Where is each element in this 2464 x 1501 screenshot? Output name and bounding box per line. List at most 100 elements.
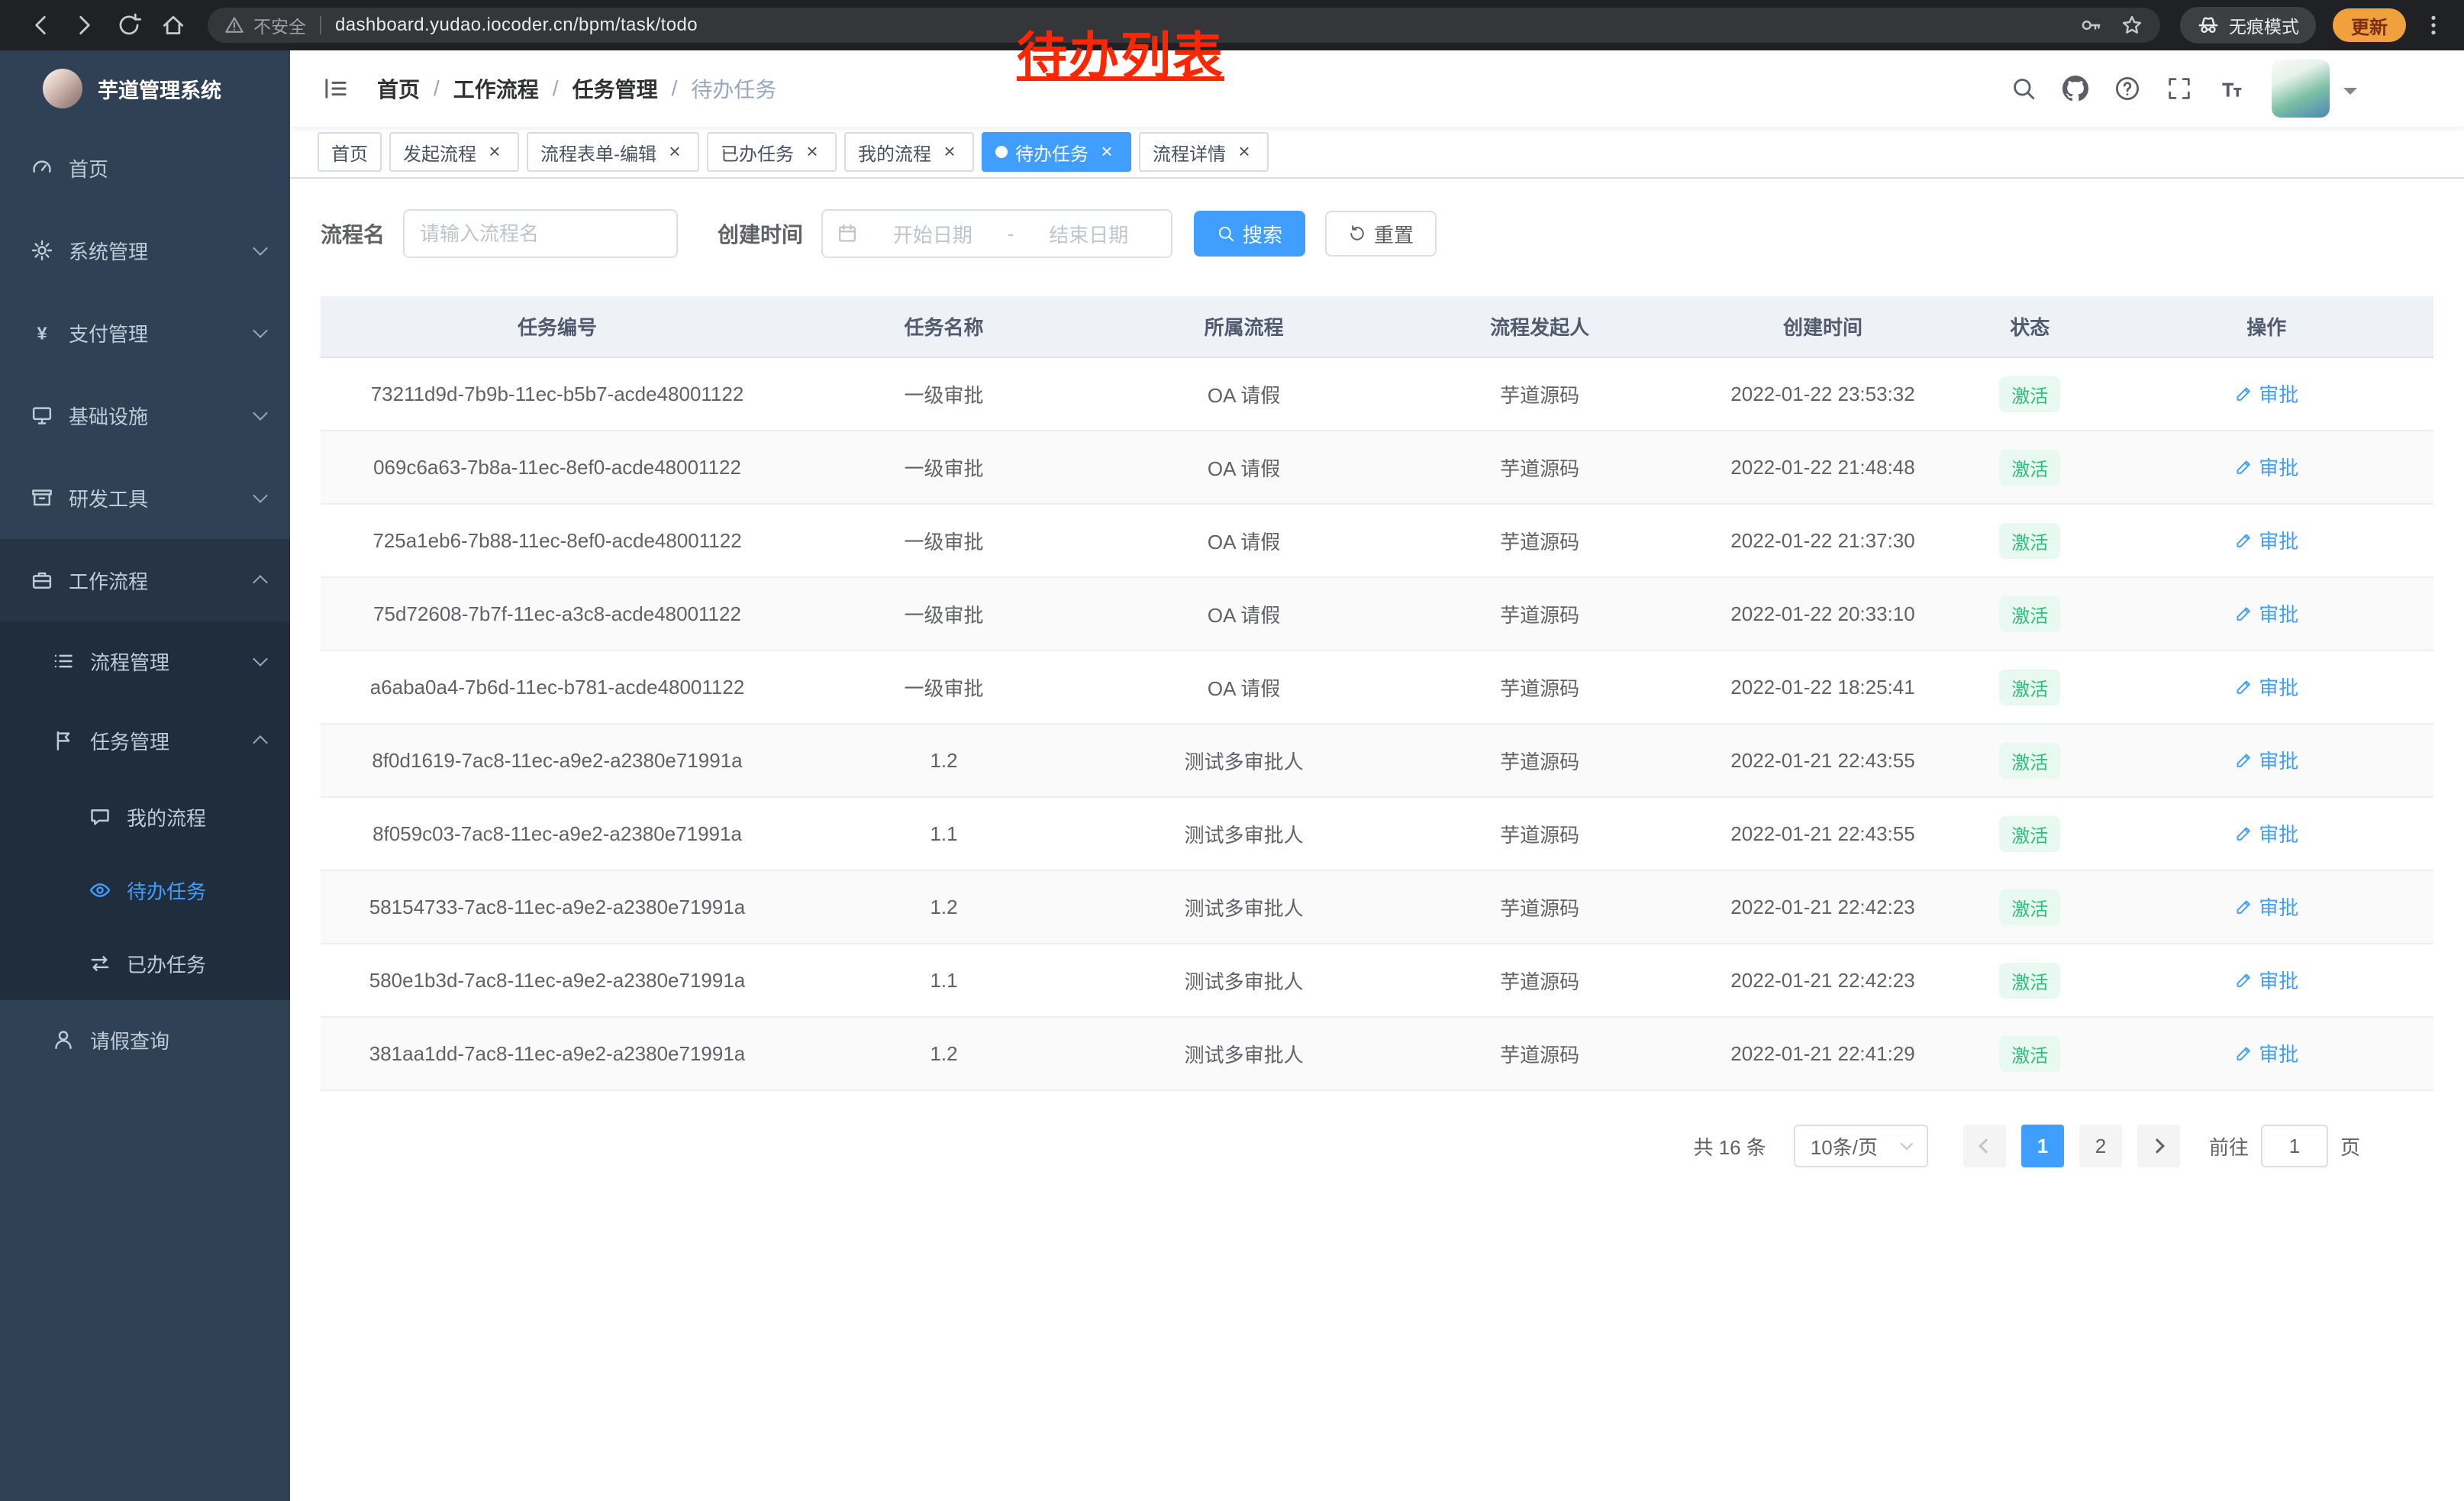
sidebar-item-done-task[interactable]: 已办任务 bbox=[0, 927, 290, 1000]
status-badge: 激活 bbox=[1999, 963, 2060, 999]
close-icon[interactable]: × bbox=[1096, 141, 1118, 163]
sidebar-item-dev-tools[interactable]: 研发工具 bbox=[0, 457, 290, 539]
question-icon[interactable] bbox=[2114, 76, 2140, 102]
infra-icon bbox=[31, 404, 53, 427]
search-icon[interactable] bbox=[2011, 76, 2037, 102]
fullscreen-icon[interactable] bbox=[2166, 76, 2192, 102]
goto-page-input[interactable] bbox=[2261, 1125, 2328, 1167]
sidebar-item-workflow[interactable]: 工作流程 bbox=[0, 539, 290, 621]
breadcrumb-item[interactable]: 工作流程 bbox=[453, 73, 539, 104]
table-row: 8f0d1619-7ac8-11ec-a9e2-a2380e71991a1.2测… bbox=[321, 724, 2433, 797]
edit-icon bbox=[2234, 531, 2253, 550]
chevron-left-icon bbox=[1979, 1138, 1994, 1154]
cell-initiator: 芋道源码 bbox=[1394, 431, 1685, 504]
page-size-select[interactable]: 10条/页 bbox=[1794, 1125, 1928, 1167]
approve-link[interactable]: 审批 bbox=[2234, 746, 2298, 774]
cell-process: OA 请假 bbox=[1094, 357, 1394, 431]
cell-status: 激活 bbox=[1960, 1017, 2100, 1090]
status-badge: 激活 bbox=[1999, 889, 2060, 925]
tab-done-task[interactable]: 已办任务× bbox=[707, 132, 837, 172]
tab-start-process[interactable]: 发起流程× bbox=[389, 132, 519, 172]
approve-link[interactable]: 审批 bbox=[2234, 379, 2298, 408]
hamburger-icon[interactable] bbox=[322, 75, 350, 102]
close-icon[interactable]: × bbox=[664, 141, 685, 163]
close-icon[interactable]: × bbox=[1234, 141, 1255, 163]
column-header: 流程发起人 bbox=[1394, 296, 1685, 357]
sidebar-item-payment-mgmt[interactable]: ¥支付管理 bbox=[0, 292, 290, 374]
reset-button[interactable]: 重置 bbox=[1325, 211, 1437, 257]
sidebar-item-infrastructure[interactable]: 基础设施 bbox=[0, 374, 290, 457]
star-icon[interactable] bbox=[2121, 14, 2143, 37]
status-badge: 激活 bbox=[1999, 523, 2060, 559]
cell-action: 审批 bbox=[2100, 797, 2433, 870]
dashboard-icon bbox=[31, 157, 53, 179]
tab-todo-task[interactable]: 待办任务× bbox=[982, 132, 1131, 172]
incognito-label: 无痕模式 bbox=[2229, 12, 2299, 38]
reload-icon[interactable] bbox=[116, 12, 142, 38]
tab-my-process[interactable]: 我的流程× bbox=[844, 132, 974, 172]
page-content: 流程名 创建时间 开始日期 - 结束日期 搜索 重 bbox=[290, 179, 2464, 1501]
breadcrumb-item[interactable]: 首页 bbox=[377, 73, 420, 104]
close-icon[interactable]: × bbox=[484, 141, 505, 163]
tab-process-detail[interactable]: 流程详情× bbox=[1139, 132, 1269, 172]
tab-form-edit[interactable]: 流程表单-编辑× bbox=[527, 132, 699, 172]
process-name-input[interactable] bbox=[403, 209, 678, 258]
approve-link[interactable]: 审批 bbox=[2234, 599, 2298, 628]
menu-dots-icon[interactable] bbox=[2421, 13, 2446, 37]
column-header: 任务编号 bbox=[321, 296, 794, 357]
fontsize-icon[interactable] bbox=[2218, 76, 2244, 102]
close-icon[interactable]: × bbox=[801, 141, 823, 163]
cell-action: 审批 bbox=[2100, 1017, 2433, 1090]
prev-page-button[interactable] bbox=[1963, 1125, 2006, 1167]
approve-link[interactable]: 审批 bbox=[2234, 526, 2298, 554]
back-icon[interactable] bbox=[27, 12, 53, 38]
sidebar-item-label: 支付管理 bbox=[69, 319, 148, 347]
cell-action: 审批 bbox=[2100, 577, 2433, 650]
forward-icon[interactable] bbox=[72, 12, 98, 38]
logo[interactable]: 芋道管理系统 bbox=[0, 50, 290, 127]
edit-icon bbox=[2234, 678, 2253, 696]
chat-icon bbox=[89, 805, 111, 828]
cell-task-id: 580e1b3d-7ac8-11ec-a9e2-a2380e71991a bbox=[321, 944, 794, 1017]
cell-initiator: 芋道源码 bbox=[1394, 944, 1685, 1017]
sidebar-item-label: 已办任务 bbox=[127, 950, 206, 978]
warning-icon[interactable] bbox=[224, 15, 244, 35]
sidebar-item-home[interactable]: 首页 bbox=[0, 127, 290, 209]
approve-link[interactable]: 审批 bbox=[2234, 673, 2298, 701]
approve-link[interactable]: 审批 bbox=[2234, 1039, 2298, 1067]
approve-link[interactable]: 审批 bbox=[2234, 453, 2298, 481]
sidebar-item-my-process[interactable]: 我的流程 bbox=[0, 780, 290, 854]
cell-task-id: 381aa1dd-7ac8-11ec-a9e2-a2380e71991a bbox=[321, 1017, 794, 1090]
cell-action: 审批 bbox=[2100, 944, 2433, 1017]
tasks-table: 任务编号任务名称所属流程流程发起人创建时间状态操作 73211d9d-7b9b-… bbox=[321, 296, 2433, 1091]
cell-task-name: 一级审批 bbox=[794, 504, 1094, 577]
create-time-range-picker[interactable]: 开始日期 - 结束日期 bbox=[821, 209, 1172, 258]
sidebar-item-todo-task[interactable]: 待办任务 bbox=[0, 854, 290, 927]
cell-process: 测试多审批人 bbox=[1094, 724, 1394, 797]
sidebar-item-process-mgmt[interactable]: 流程管理 bbox=[0, 621, 290, 701]
sidebar-item-system-mgmt[interactable]: 系统管理 bbox=[0, 209, 290, 292]
breadcrumb-item[interactable]: 任务管理 bbox=[572, 73, 658, 104]
approve-link[interactable]: 审批 bbox=[2234, 966, 2298, 994]
key-icon[interactable] bbox=[2079, 14, 2102, 37]
search-button[interactable]: 搜索 bbox=[1194, 211, 1305, 257]
tools-icon bbox=[31, 486, 53, 509]
sidebar-item-leave-query[interactable]: 请假查询 bbox=[0, 1000, 290, 1080]
avatar[interactable] bbox=[2272, 60, 2330, 118]
update-button[interactable]: 更新 bbox=[2333, 8, 2406, 42]
home-icon[interactable] bbox=[160, 12, 186, 38]
page-button-1[interactable]: 1 bbox=[2021, 1125, 2064, 1167]
cell-task-id: 8f059c03-7ac8-11ec-a9e2-a2380e71991a bbox=[321, 797, 794, 870]
cell-action: 审批 bbox=[2100, 504, 2433, 577]
edit-icon bbox=[2234, 458, 2253, 476]
process-name-label: 流程名 bbox=[321, 218, 385, 249]
approve-link[interactable]: 审批 bbox=[2234, 819, 2298, 847]
page-button-2[interactable]: 2 bbox=[2079, 1125, 2122, 1167]
sidebar-item-task-mgmt[interactable]: 任务管理 bbox=[0, 701, 290, 780]
next-page-button[interactable] bbox=[2137, 1125, 2180, 1167]
approve-link[interactable]: 审批 bbox=[2234, 893, 2298, 921]
github-icon[interactable] bbox=[2062, 76, 2088, 102]
cell-task-id: 58154733-7ac8-11ec-a9e2-a2380e71991a bbox=[321, 870, 794, 944]
tab-home[interactable]: 首页 bbox=[318, 132, 382, 172]
close-icon[interactable]: × bbox=[939, 141, 960, 163]
